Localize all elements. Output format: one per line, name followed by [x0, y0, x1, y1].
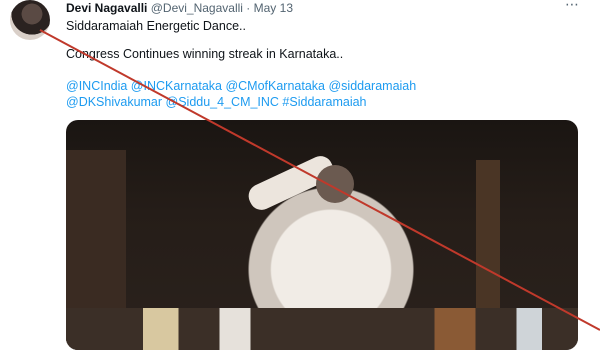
separator: · [246, 1, 251, 15]
mentions-line-2[interactable]: @DKShivakumar @Siddu_4_CM_INC #Siddarama… [66, 95, 367, 109]
tweet-mentions: @INCIndia @INCKarnataka @CMofKarnataka @… [66, 78, 416, 110]
tweet-text-line-1: Siddaramaiah Energetic Dance.. [66, 19, 246, 33]
author-name[interactable]: Devi Nagavalli [66, 1, 147, 15]
more-horizontal-icon[interactable]: ⋯ [564, 0, 580, 12]
tweet-text-line-2: Congress Continues winning streak in Kar… [66, 47, 344, 61]
mentions-line-1[interactable]: @INCIndia @INCKarnataka @CMofKarnataka @… [66, 79, 416, 93]
tweet-video[interactable] [66, 120, 578, 350]
video-dancer-head [316, 165, 354, 203]
video-crowd [66, 308, 578, 350]
author-handle[interactable]: @Devi_Nagavalli [151, 1, 243, 15]
tweet-header: Devi Nagavalli @Devi_Nagavalli · May 13 [66, 0, 293, 16]
tweet-date[interactable]: May 13 [254, 1, 293, 15]
avatar[interactable] [10, 0, 50, 40]
